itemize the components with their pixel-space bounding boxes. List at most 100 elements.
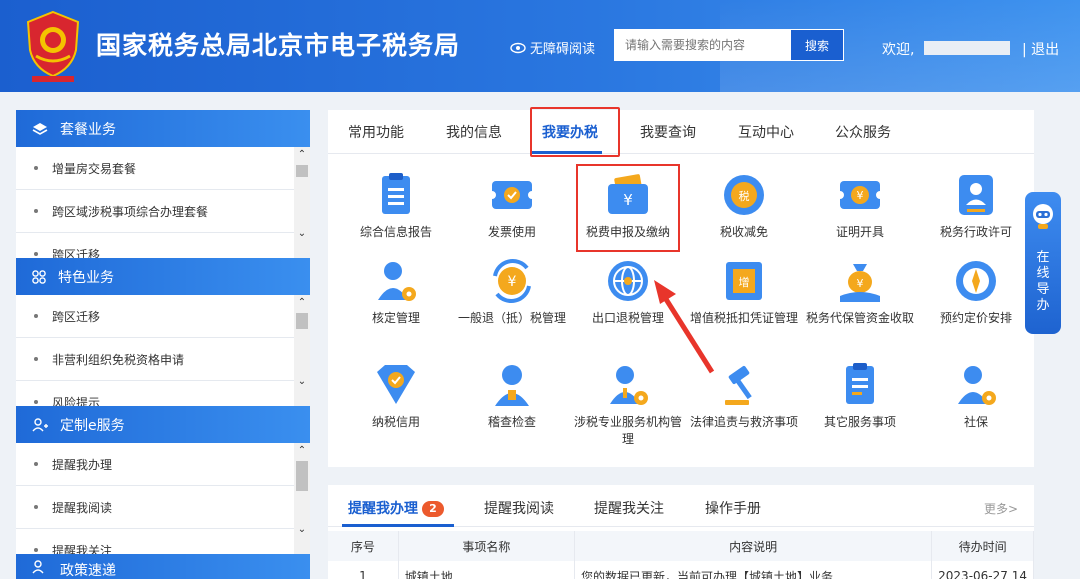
scrollbar[interactable]: ⌃ ⌄ [294, 443, 310, 554]
more-link[interactable]: 更多> [984, 500, 1018, 517]
service-item[interactable]: 核定管理 [338, 258, 454, 327]
credit-icon [377, 365, 415, 404]
scrollbar[interactable]: ⌃ ⌄ [294, 295, 310, 406]
service-item[interactable]: 其它服务事项 [802, 362, 918, 431]
tax-reduction-icon: 税 [724, 175, 764, 215]
service-item[interactable]: 法律追责与救济事项 [686, 362, 802, 431]
inspector-icon [495, 365, 529, 406]
gavel-icon [725, 365, 752, 405]
service-item[interactable]: 纳税信用 [338, 362, 454, 431]
sidebar-item[interactable]: 风险提示 [16, 381, 310, 406]
reminder-tabs: 提醒我办理 2 提醒我阅读 提醒我关注 操作手册 更多> [328, 485, 1034, 527]
tab-public-service[interactable]: 公众服务 [835, 122, 891, 142]
tab-remind-read[interactable]: 提醒我阅读 [484, 498, 554, 518]
service-item[interactable]: 社保 [918, 362, 1034, 431]
tab-common[interactable]: 常用功能 [348, 122, 404, 142]
service-tabs: 常用功能 我的信息 我要办税 我要查询 互动中心 公众服务 [328, 107, 1034, 157]
svg-text:税: 税 [739, 189, 750, 203]
service-item[interactable]: 稽查检查 [454, 362, 570, 431]
accessibility-label: 无障碍阅读 [530, 42, 596, 57]
sidebar-section-policy[interactable]: 政策速递 [16, 554, 310, 579]
vat-icon: 增 [726, 262, 762, 300]
sidebar-item[interactable]: 跨区域涉税事项综合办理套餐 [16, 190, 310, 233]
grid-icon [32, 269, 46, 284]
tab-query[interactable]: 我要查询 [640, 122, 696, 142]
sidebar-section-title: 政策速递 [60, 563, 116, 579]
sidebar-section-body: 跨区迁移 非营利组织免税资格申请 风险提示 ⌃ ⌄ [16, 295, 310, 406]
service-item[interactable]: 发票使用 [454, 172, 570, 241]
refund-icon: ¥ [493, 259, 531, 303]
sidebar-item[interactable]: 跨区迁移 [16, 233, 310, 258]
reminder-panel: 提醒我办理 2 提醒我阅读 提醒我关注 操作手册 更多> 序号 事项名称 内容说明… [328, 485, 1034, 579]
sidebar-item[interactable]: 增量房交易套餐 [16, 147, 310, 190]
logout-link[interactable]: | 退出 [1022, 39, 1059, 59]
search-input[interactable] [615, 30, 791, 60]
tab-remind-handle[interactable]: 提醒我办理 2 [348, 498, 444, 518]
service-panel: 常用功能 我的信息 我要办税 我要查询 互动中心 公众服务 综合信息报告 发票使… [328, 107, 1034, 467]
count-badge: 2 [422, 501, 444, 517]
online-guide-label: 在线导办 [1036, 250, 1050, 313]
sidebar-section-title: 套餐业务 [60, 121, 116, 138]
column-header: 内容说明 [574, 531, 933, 561]
welcome-text: 欢迎, [882, 42, 915, 58]
service-item[interactable]: ¥ 一般退（抵）税管理 [454, 258, 570, 327]
chevron-up-icon[interactable]: ⌃ [294, 443, 310, 459]
eye-icon [510, 42, 526, 53]
sidebar-item[interactable]: 提醒我阅读 [16, 486, 310, 529]
column-header: 事项名称 [398, 531, 576, 561]
search-button[interactable]: 搜索 [791, 30, 843, 60]
compass-icon [956, 261, 996, 301]
permit-icon [959, 175, 993, 215]
sidebar-item[interactable]: 提醒我办理 [16, 443, 310, 486]
tab-remind-follow[interactable]: 提醒我关注 [594, 498, 664, 518]
list-icon [846, 363, 874, 404]
service-item[interactable]: 增 增值税抵扣凭证管理 [686, 258, 802, 327]
service-item[interactable]: 预约定价安排 [918, 258, 1034, 327]
scrollbar[interactable]: ⌃ ⌄ [294, 147, 310, 258]
highlight-box [530, 107, 620, 157]
chevron-down-icon[interactable]: ⌄ [294, 226, 310, 242]
accessibility-link[interactable]: 无障碍阅读 [510, 38, 595, 57]
sidebar-item[interactable]: 跨区迁移 [16, 295, 310, 338]
service-item[interactable]: 涉税专业服务机构管理 [570, 362, 686, 448]
service-item[interactable]: 税务行政许可 [918, 172, 1034, 241]
user-plus-icon [32, 417, 48, 431]
chevron-down-icon[interactable]: ⌄ [294, 522, 310, 538]
svg-text:¥: ¥ [508, 274, 517, 290]
service-item[interactable]: 税 税收减免 [686, 172, 802, 241]
sidebar-item[interactable]: 提醒我关注 [16, 529, 310, 554]
header-bar: 国家税务总局北京市电子税务局 无障碍阅读 搜索 欢迎, | 退出 [0, 0, 1080, 92]
sidebar-section-body: 提醒我办理 提醒我阅读 提醒我关注 ⌃ ⌄ [16, 443, 310, 554]
highlight-box [576, 164, 680, 252]
tab-my-info[interactable]: 我的信息 [446, 122, 502, 142]
site-title: 国家税务总局北京市电子税务局 [96, 31, 461, 60]
sidebar-section-featured[interactable]: 特色业务 [16, 258, 310, 295]
reminder-table: 序号 事项名称 内容说明 待办时间 1 城镇土地... 您的数据已更新，当前可办… [328, 531, 1034, 579]
certificate-icon: ¥ [837, 181, 883, 209]
sidebar-section-package[interactable]: 套餐业务 [16, 110, 310, 147]
chevron-up-icon[interactable]: ⌃ [294, 295, 310, 311]
globe-icon [608, 261, 648, 301]
username-redacted [924, 41, 1010, 55]
service-item[interactable]: ¥ 税务代保管资金收取 [802, 258, 918, 327]
tab-manual[interactable]: 操作手册 [705, 498, 761, 518]
sidebar-section-title: 特色业务 [58, 269, 114, 286]
tab-interaction[interactable]: 互动中心 [738, 122, 794, 142]
sidebar-section-custom[interactable]: 定制e服务 [16, 406, 310, 443]
tax-emblem-icon [26, 10, 80, 82]
table-header-row: 序号 事项名称 内容说明 待办时间 [328, 531, 1034, 561]
service-item[interactable]: 出口退税管理 [570, 258, 686, 327]
column-header: 序号 [328, 531, 399, 561]
chevron-up-icon[interactable]: ⌃ [294, 147, 310, 163]
table-row[interactable]: 1 城镇土地... 您的数据已更新，当前可办理【城镇土地】业务 2023-06-… [328, 561, 1034, 579]
online-guide-button[interactable]: 在线导办 [1025, 192, 1061, 334]
service-item[interactable]: ¥ 证明开具 [802, 172, 918, 241]
svg-text:¥: ¥ [857, 277, 864, 290]
sidebar-item[interactable]: 非营利组织免税资格申请 [16, 338, 310, 381]
sidebar-section-body: 增量房交易套餐 跨区域涉税事项综合办理套餐 跨区迁移 ⌃ ⌄ [16, 147, 310, 258]
agency-icon [610, 366, 648, 405]
invoice-icon [489, 181, 535, 209]
sidebar: 套餐业务 增量房交易套餐 跨区域涉税事项综合办理套餐 跨区迁移 ⌃ ⌄ 特色业务… [16, 110, 310, 579]
chevron-down-icon[interactable]: ⌄ [294, 374, 310, 390]
service-item[interactable]: 综合信息报告 [338, 172, 454, 241]
